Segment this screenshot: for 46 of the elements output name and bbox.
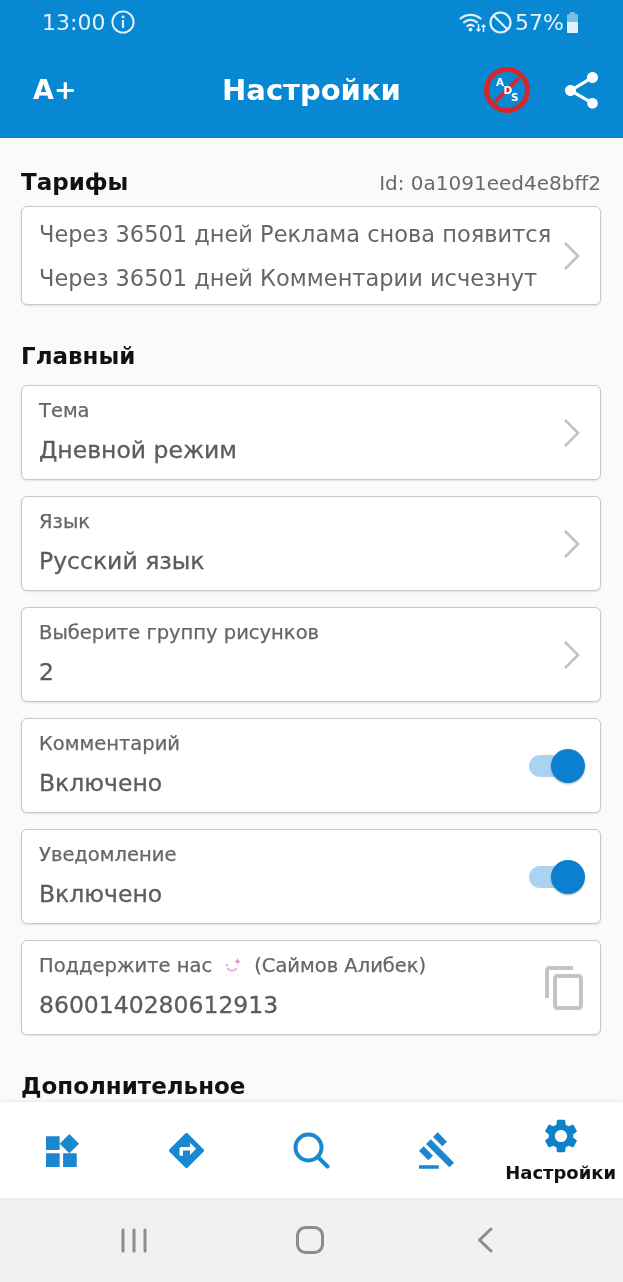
setting-label: Уведомление <box>39 843 178 867</box>
settings-card[interactable]: Тема Дневной режим <box>21 385 601 480</box>
settings-icon <box>544 1119 577 1153</box>
info-icon <box>111 10 136 34</box>
home-icon[interactable] <box>296 1226 324 1254</box>
status-time: 13:00 <box>42 9 106 35</box>
chevron-right-icon <box>563 240 580 271</box>
setting-value: Дневной режим <box>39 435 239 466</box>
chevron-right-icon <box>563 528 580 559</box>
tariff-line: Через 36501 дней Реклама снова появится <box>39 219 553 249</box>
setting-value: Русский язык <box>39 546 206 577</box>
settings-card[interactable]: Язык Русский язык <box>21 496 601 591</box>
section-title: Главный <box>21 342 136 371</box>
chevron-right-icon <box>563 639 580 670</box>
directions-sign-icon <box>169 1132 205 1168</box>
recent-apps-icon[interactable] <box>121 1227 147 1253</box>
back-icon[interactable] <box>477 1227 493 1253</box>
toggle-switch[interactable] <box>529 858 585 895</box>
text-size-button[interactable]: A+ <box>32 73 78 107</box>
setting-value: Включено <box>39 879 164 910</box>
setting-label: Поддержите нас <box>39 954 213 978</box>
setting-value: Включено <box>39 768 164 799</box>
screen-title: Настройки <box>222 72 401 109</box>
toggle-switch[interactable] <box>529 747 585 784</box>
setting-label: Выберите группу рисунков <box>39 621 321 645</box>
tariff-line: Через 36501 дней Комментарии исчезнут <box>39 263 539 293</box>
setting-label: Комментарий <box>39 732 181 756</box>
setting-label: Тема <box>39 399 91 423</box>
setting-value: 8600140280612913 <box>39 990 280 1021</box>
tiles-icon <box>45 1133 79 1167</box>
share-icon[interactable] <box>565 71 598 109</box>
do-not-disturb-icon <box>489 10 513 34</box>
user-id-text: Id: 0a1091eed4e8bff2 <box>379 171 601 195</box>
chevron-right-icon <box>563 417 580 448</box>
battery-icon <box>567 11 578 33</box>
setting-value: 2 <box>39 657 55 688</box>
section-title: Дополнительное <box>21 1072 246 1101</box>
battery-percent: 57% <box>515 9 564 35</box>
tariff-card[interactable]: Через 36501 дней Реклама снова появится Через 36501 дней Комментарии исчезнут <box>21 206 601 305</box>
account-name: (Саймов Алибек) <box>254 954 427 978</box>
settings-card[interactable]: Выберите группу рисунков 2 <box>21 607 601 702</box>
gavel-icon <box>418 1131 454 1169</box>
search-icon <box>293 1131 330 1169</box>
setting-label: Язык <box>39 510 92 534</box>
wifi-icon <box>459 11 487 33</box>
section-title: Тарифы <box>21 168 129 197</box>
